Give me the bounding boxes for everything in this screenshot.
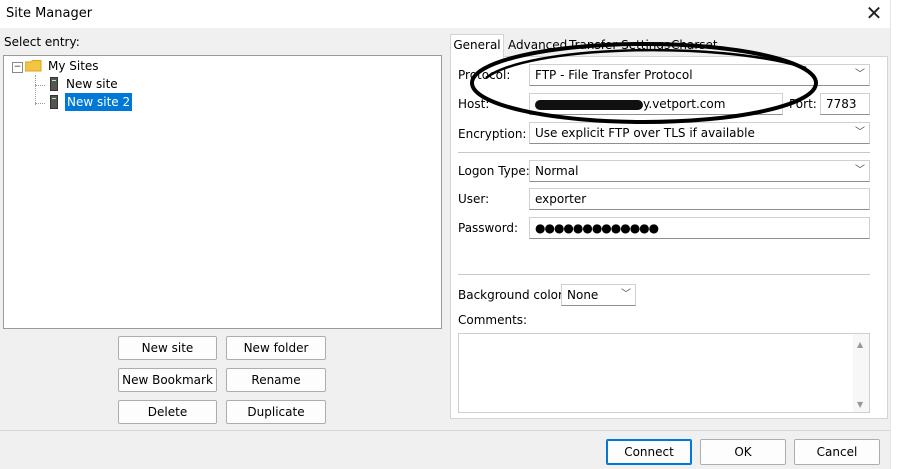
scrollbar[interactable]: ▲ ▼ <box>853 334 869 412</box>
separator <box>458 274 870 275</box>
new-bookmark-button[interactable]: New Bookmark <box>118 368 217 392</box>
new-site-button[interactable]: New site <box>118 336 217 360</box>
collapse-toggle[interactable]: − <box>12 62 23 73</box>
password-label: Password: <box>458 221 519 235</box>
chevron-down-icon: ﹀ <box>621 289 631 300</box>
scroll-up-icon[interactable]: ▲ <box>857 340 863 349</box>
scroll-down-icon[interactable]: ▼ <box>857 400 863 409</box>
comments-textarea[interactable]: ▲ ▼ <box>458 333 870 413</box>
background-color-value: None <box>567 288 599 302</box>
comments-label: Comments: <box>458 313 528 327</box>
encryption-value: Use explicit FTP over TLS if available <box>535 126 755 140</box>
chevron-down-icon: ﹀ <box>855 165 865 176</box>
separator <box>458 152 870 153</box>
site-tree[interactable]: − My Sites New site New site 2 <box>3 55 442 329</box>
close-icon[interactable]: ✕ <box>858 0 890 26</box>
ok-button[interactable]: OK <box>700 439 786 465</box>
tree-line <box>35 75 37 105</box>
new-folder-button[interactable]: New folder <box>226 336 326 360</box>
tree-line <box>35 103 45 105</box>
window-edge <box>890 0 916 469</box>
tree-item-new-site-2[interactable]: New site 2 <box>65 93 133 111</box>
server-icon <box>50 77 58 91</box>
logon-type-value: Normal <box>535 164 579 178</box>
chevron-down-icon: ﹀ <box>855 69 865 80</box>
annotation-ellipse <box>470 42 818 124</box>
select-entry-label: Select entry: <box>4 35 80 49</box>
background-color-select[interactable]: None ﹀ <box>561 284 636 306</box>
chevron-down-icon: ﹀ <box>855 127 865 138</box>
server-icon <box>50 95 58 109</box>
tree-item-new-site[interactable]: New site <box>66 75 118 93</box>
tree-line <box>35 85 45 87</box>
window-title: Site Manager <box>6 6 93 21</box>
cancel-button[interactable]: Cancel <box>794 439 880 465</box>
rename-button[interactable]: Rename <box>226 368 326 392</box>
footer-separator <box>0 430 890 431</box>
password-input[interactable]: ●●●●●●●●●●●●● <box>529 217 870 239</box>
duplicate-button[interactable]: Duplicate <box>226 400 326 424</box>
logon-type-select[interactable]: Normal ﹀ <box>529 160 870 182</box>
user-label: User: <box>458 192 490 206</box>
tree-item-my-sites[interactable]: My Sites <box>48 57 99 75</box>
port-input[interactable]: 7783 <box>820 93 870 115</box>
logon-type-label: Logon Type: <box>458 164 530 178</box>
connect-button[interactable]: Connect <box>606 439 692 465</box>
encryption-label: Encryption: <box>458 127 527 141</box>
delete-button[interactable]: Delete <box>118 400 217 424</box>
user-input[interactable]: exporter <box>529 188 870 210</box>
folder-icon <box>24 60 42 72</box>
background-color-label: Background color: <box>458 288 567 302</box>
